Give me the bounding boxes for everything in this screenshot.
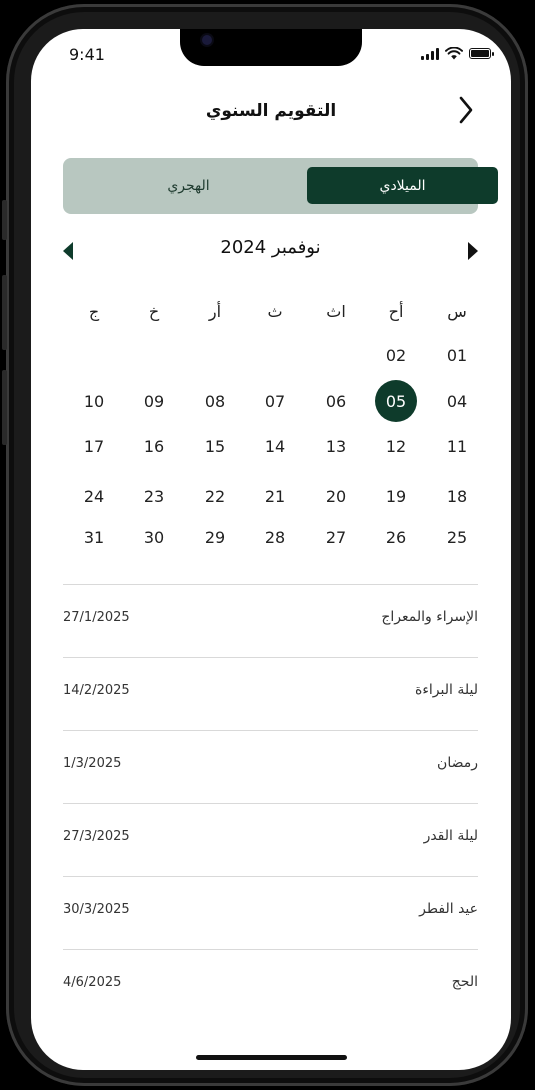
weekday-header-row: س أح اث ث أر خ ج: [63, 302, 490, 351]
calendar-day[interactable]: 04: [436, 380, 478, 422]
calendar-day[interactable]: 28: [254, 516, 296, 558]
calendar-day-selected[interactable]: 05: [375, 380, 417, 422]
event-name: ليلة البراءة: [415, 682, 478, 698]
screen: 9:41 التقويم السنوي الهجري الميلادي نوفم…: [31, 29, 511, 1070]
calendar-day[interactable]: 17: [73, 425, 115, 467]
event-name: الحج: [451, 974, 478, 990]
back-button[interactable]: [451, 93, 481, 127]
events-list: الإسراء والمعراج 27/1/2025 ليلة البراءة …: [63, 584, 478, 1022]
calendar-day[interactable]: 31: [73, 516, 115, 558]
event-date: 30/3/2025: [63, 902, 130, 917]
calendar-day[interactable]: 25: [436, 516, 478, 558]
event-row[interactable]: ليلة البراءة 14/2/2025: [63, 657, 478, 730]
weekday-label: ج: [88, 301, 100, 321]
wifi-icon: [445, 47, 463, 60]
event-row[interactable]: ليلة القدر 27/3/2025: [63, 803, 478, 876]
event-name: عيد الفطر: [419, 901, 478, 917]
event-date: 27/1/2025: [63, 610, 130, 625]
event-date: 27/3/2025: [63, 829, 130, 844]
calendar-day[interactable]: 06: [315, 380, 357, 422]
status-icons: [421, 47, 494, 60]
signal-icon: [421, 47, 439, 60]
triangle-right-icon[interactable]: [468, 242, 478, 260]
calendar-day[interactable]: 24: [73, 475, 115, 517]
event-row[interactable]: رمضان 1/3/2025: [63, 730, 478, 803]
weekday-label: اث: [326, 301, 346, 321]
event-row[interactable]: الحج 4/6/2025: [63, 949, 478, 1022]
status-time: 9:41: [69, 45, 105, 64]
weekday-label: أح: [388, 301, 404, 321]
month-label: نوفمبر 2024: [220, 237, 321, 258]
calendar-day[interactable]: 18: [436, 475, 478, 517]
event-name: الإسراء والمعراج: [381, 609, 478, 625]
silent-switch: [2, 200, 7, 240]
calendar-day[interactable]: 29: [194, 516, 236, 558]
calendar-day[interactable]: 16: [133, 425, 175, 467]
volume-up-button: [2, 275, 7, 350]
hijri-tab[interactable]: الهجري: [93, 167, 284, 204]
calendar-day[interactable]: 21: [254, 475, 296, 517]
calendar-day[interactable]: 13: [315, 425, 357, 467]
event-date: 1/3/2025: [63, 756, 122, 771]
battery-icon: [469, 48, 494, 59]
event-date: 14/2/2025: [63, 683, 130, 698]
event-date: 4/6/2025: [63, 975, 122, 990]
calendar-day[interactable]: 19: [375, 475, 417, 517]
weekday-label: س: [447, 301, 467, 321]
event-row[interactable]: الإسراء والمعراج 27/1/2025: [63, 584, 478, 657]
gregorian-tab[interactable]: الميلادي: [307, 167, 498, 204]
weekday-label: خ: [148, 301, 160, 321]
month-navigation: نوفمبر 2024: [63, 235, 478, 265]
chevron-icon: [459, 96, 473, 124]
calendar-day[interactable]: 15: [194, 425, 236, 467]
calendar-day[interactable]: 22: [194, 475, 236, 517]
calendar-type-toggle: الهجري الميلادي: [63, 158, 498, 214]
camera-icon: [202, 35, 212, 45]
event-name: رمضان: [437, 755, 478, 771]
calendar-day[interactable]: 27: [315, 516, 357, 558]
calendar-day[interactable]: 26: [375, 516, 417, 558]
home-indicator[interactable]: [196, 1055, 347, 1060]
calendar-day[interactable]: 12: [375, 425, 417, 467]
calendar-day[interactable]: 10: [73, 380, 115, 422]
calendar-day[interactable]: 14: [254, 425, 296, 467]
volume-down-button: [2, 370, 7, 445]
weekday-label: ث: [267, 301, 283, 321]
weekday-label: أر: [208, 301, 222, 321]
calendar-day[interactable]: 23: [133, 475, 175, 517]
calendar-day[interactable]: 11: [436, 425, 478, 467]
calendar-day[interactable]: 30: [133, 516, 175, 558]
page-title: التقويم السنوي: [205, 101, 337, 121]
event-name: ليلة القدر: [423, 828, 478, 844]
calendar-day[interactable]: 02: [375, 334, 417, 376]
calendar-day[interactable]: 20: [315, 475, 357, 517]
calendar-day[interactable]: 01: [436, 334, 478, 376]
calendar-day[interactable]: 07: [254, 380, 296, 422]
notch: [180, 29, 362, 66]
calendar-day[interactable]: 09: [133, 380, 175, 422]
calendar-day[interactable]: 08: [194, 380, 236, 422]
calendar-week: 25 26 27 28 29 30 31: [63, 528, 490, 577]
event-row[interactable]: عيد الفطر 30/3/2025: [63, 876, 478, 949]
